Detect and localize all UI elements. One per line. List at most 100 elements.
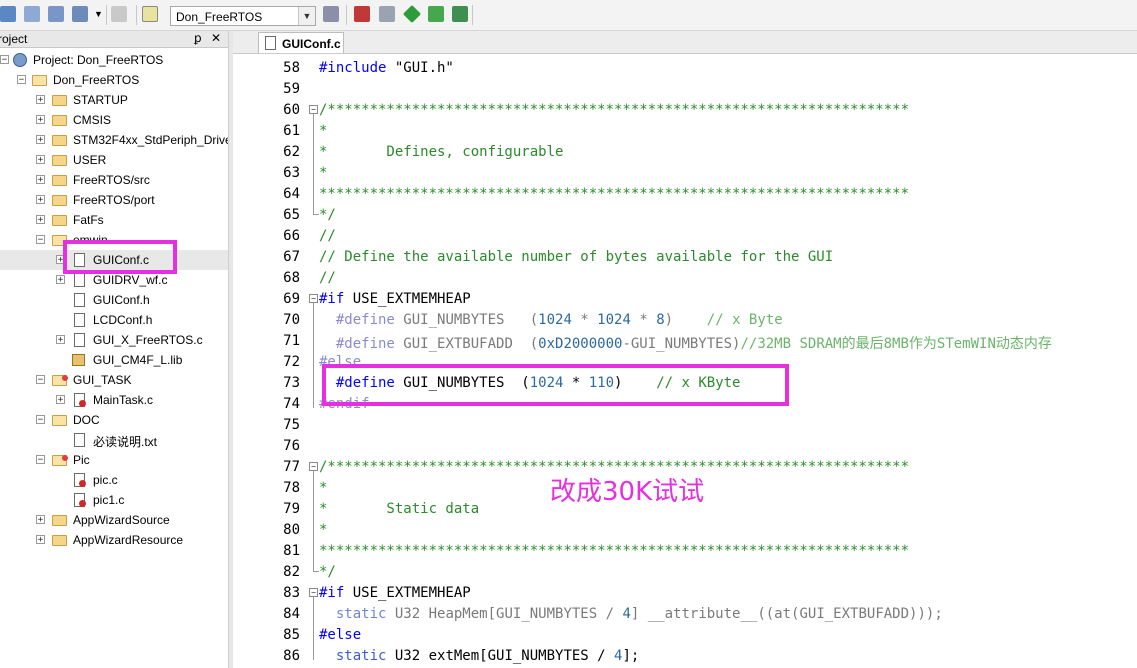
tree-file[interactable]: + MainTask.c — [0, 390, 228, 410]
tree-group[interactable]: + FreeRTOS/src — [0, 170, 228, 190]
line-number: 59 — [283, 81, 300, 97]
code-token: "GUI.h" — [394, 60, 454, 76]
event-recorder-icon[interactable] — [452, 6, 468, 22]
code-line[interactable]: 86 static U32 extMem[GUI_NUMBYTES / 4]; — [233, 645, 1137, 666]
code-line[interactable]: 61 * — [233, 120, 1137, 141]
expand-icon[interactable]: + — [36, 535, 45, 545]
close-icon[interactable]: ✕ — [211, 31, 221, 45]
code-line[interactable]: 83 #if USE_EXTMEMHEAP − — [233, 582, 1137, 603]
build-icon[interactable] — [48, 6, 64, 22]
tree-item-label: GUIDRV_wf.c — [93, 273, 168, 287]
collapse-icon[interactable]: − — [0, 55, 9, 65]
code-line[interactable]: 67 // Define the available number of byte… — [233, 246, 1137, 267]
expand-icon[interactable]: + — [36, 515, 45, 525]
tree-group[interactable]: − GUI_TASK — [0, 370, 228, 390]
tree-target[interactable]: − Don_FreeRTOS — [0, 70, 228, 90]
code-line[interactable]: 65 */ — [233, 204, 1137, 225]
tree-file[interactable]: GUI_CM4F_L.lib — [0, 350, 228, 370]
tree-group[interactable]: + FatFs — [0, 210, 228, 230]
code-line[interactable]: 82 */ — [233, 561, 1137, 582]
select-packs-icon[interactable] — [402, 4, 422, 24]
tree-item-label: AppWizardResource — [73, 533, 184, 547]
load-icon[interactable] — [142, 6, 158, 22]
tree-group[interactable]: + USER — [0, 150, 228, 170]
expand-icon[interactable]: + — [56, 395, 65, 405]
fold-collapse-icon[interactable]: − — [309, 294, 318, 303]
rebuild-icon[interactable] — [24, 6, 40, 22]
expand-icon[interactable]: + — [36, 195, 45, 205]
code-text: #define GUI_NUMBYTES (1024 * 1024 * 8) /… — [319, 312, 783, 328]
code-text: // — [319, 270, 336, 286]
expand-icon[interactable]: + — [36, 175, 45, 185]
file-icon — [74, 293, 85, 307]
tree-file[interactable]: pic.c — [0, 470, 228, 490]
tree-group[interactable]: − DOC — [0, 410, 228, 430]
tree-file[interactable]: + GUI_X_FreeRTOS.c — [0, 330, 228, 350]
layers-icon[interactable] — [72, 6, 88, 22]
code-line[interactable]: 71 #define GUI_EXTBUFADD (0xD2000000-GUI… — [233, 330, 1137, 352]
code-line[interactable]: 58 #include "GUI.h" — [233, 57, 1137, 78]
fold-collapse-icon[interactable]: − — [309, 588, 318, 597]
expand-icon[interactable]: + — [36, 135, 45, 145]
tree-group[interactable]: + STARTUP — [0, 90, 228, 110]
code-line[interactable]: 64 **************************************… — [233, 183, 1137, 204]
tree-file[interactable]: LCDConf.h — [0, 310, 228, 330]
tab-guiconf-c[interactable]: GUIConf.c — [258, 32, 344, 53]
tree-group[interactable]: + AppWizardResource — [0, 530, 228, 550]
expand-icon[interactable]: + — [36, 95, 45, 105]
code-line[interactable]: 84 static U32 HeapMem[GUI_NUMBYTES / 4] … — [233, 603, 1137, 624]
batch-build-icon[interactable] — [0, 6, 16, 22]
code-token: GUI_NUMBYTES ( — [403, 312, 539, 328]
code-line[interactable]: 76 — [233, 435, 1137, 456]
expand-icon[interactable]: + — [36, 155, 45, 165]
fold-collapse-icon[interactable]: − — [309, 462, 318, 471]
pack-installer-icon[interactable] — [428, 6, 444, 22]
file-extensions-icon[interactable] — [379, 6, 395, 22]
line-number: 70 — [283, 312, 300, 328]
expand-icon[interactable]: + — [56, 275, 65, 285]
code-editor[interactable]: 58 #include "GUI.h" 59 60 /*****************… — [233, 54, 1137, 668]
dropdown-arrow-icon[interactable]: ▼ — [94, 9, 103, 19]
manage-components-icon[interactable] — [354, 6, 370, 22]
tree-group[interactable]: + FreeRTOS/port — [0, 190, 228, 210]
tree-group[interactable]: + CMSIS — [0, 110, 228, 130]
chevron-down-icon[interactable]: ▼ — [298, 7, 315, 25]
tree-file[interactable]: pic1.c — [0, 490, 228, 510]
fold-collapse-icon[interactable]: − — [309, 105, 318, 114]
target-select[interactable]: Don_FreeRTOS ▼ — [170, 6, 316, 26]
tree-root-project[interactable]: − Project: Don_FreeRTOS — [0, 50, 228, 70]
tree-group[interactable]: + STM32F4xx_StdPeriph_Driver — [0, 130, 236, 150]
code-line[interactable]: 81 **************************************… — [233, 540, 1137, 561]
collapse-icon[interactable]: − — [36, 415, 45, 425]
code-line[interactable]: 69 #if USE_EXTMEMHEAP − — [233, 288, 1137, 309]
code-line[interactable]: 68 // — [233, 267, 1137, 288]
code-line[interactable]: 80 * — [233, 519, 1137, 540]
expand-icon[interactable]: + — [36, 215, 45, 225]
tree-item-label: 必读说明.txt — [93, 435, 158, 449]
code-line[interactable]: 63 * — [233, 162, 1137, 183]
collapse-icon[interactable]: − — [36, 375, 45, 385]
code-line[interactable]: 60 /*************************************… — [233, 99, 1137, 120]
code-line[interactable]: 62 * Defines, configurable — [233, 141, 1137, 162]
expand-icon[interactable]: + — [36, 115, 45, 125]
collapse-icon[interactable]: − — [36, 455, 45, 465]
code-line[interactable]: 85 #else — [233, 624, 1137, 645]
code-token: * — [571, 312, 598, 328]
toolbar: ▼ Don_FreeRTOS ▼ — [0, 0, 1137, 31]
tree-file[interactable]: GUIConf.h — [0, 290, 228, 310]
code-line[interactable]: 59 — [233, 78, 1137, 99]
wand-icon[interactable] — [323, 6, 339, 22]
tree-file[interactable]: 必读说明.txt — [0, 430, 228, 450]
code-text: // — [319, 228, 336, 244]
collapse-icon[interactable]: − — [36, 235, 45, 245]
collapse-icon[interactable]: − — [17, 75, 26, 85]
code-token: ]; — [622, 648, 640, 664]
options-icon[interactable] — [111, 6, 127, 22]
tree-group[interactable]: + AppWizardSource — [0, 510, 228, 530]
tree-group[interactable]: − Pic — [0, 450, 228, 470]
code-line[interactable]: 70 #define GUI_NUMBYTES (1024 * 1024 * 8… — [233, 309, 1137, 330]
pin-icon[interactable]: ꝑ — [194, 31, 202, 45]
expand-icon[interactable]: + — [56, 335, 65, 345]
code-line[interactable]: 66 // — [233, 225, 1137, 246]
code-line[interactable]: 75 — [233, 414, 1137, 435]
